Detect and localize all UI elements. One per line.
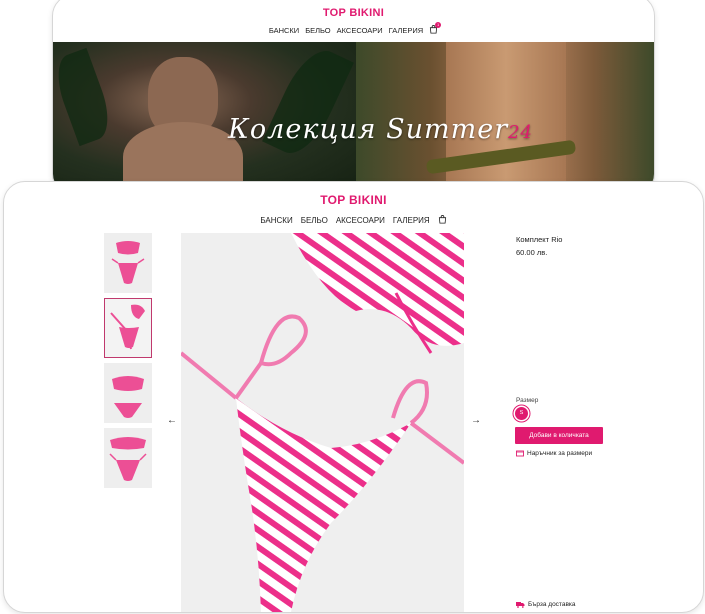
- product-thumbnail[interactable]: [104, 428, 152, 488]
- cart-count-badge: 1: [435, 22, 442, 28]
- product-price: 60.00 лв.: [516, 248, 548, 257]
- truck-icon: [516, 602, 525, 608]
- fast-delivery-note: Бърза доставка: [516, 601, 576, 608]
- brand-logo[interactable]: TOP BIKINI: [4, 193, 703, 207]
- nav-item-swimwear[interactable]: БАНСКИ: [269, 26, 299, 35]
- gallery-prev-button[interactable]: ←: [167, 415, 177, 426]
- product-thumbnail[interactable]: [104, 363, 152, 423]
- hero-title-number: 24: [508, 122, 534, 143]
- size-guide-label: Наръчник за размери: [527, 450, 593, 457]
- size-option-s[interactable]: S: [515, 407, 528, 420]
- product-page-card: TOP BIKINI БАНСКИ БЕЛЬО АКСЕСОАРИ ГАЛЕРИ…: [3, 181, 704, 613]
- arrow-right-icon: →: [471, 415, 481, 426]
- nav-item-accessories[interactable]: АКСЕСОАРИ: [336, 216, 385, 225]
- add-to-cart-button[interactable]: Добави в количката: [515, 427, 603, 444]
- cart-button[interactable]: [438, 215, 447, 226]
- arrow-left-icon: ←: [167, 415, 177, 426]
- cart-button[interactable]: 1: [429, 22, 442, 36]
- hero-title-text: Колекция Summer: [228, 114, 509, 145]
- ruler-icon: [516, 450, 524, 457]
- delivery-label: Бърза доставка: [528, 601, 576, 608]
- main-nav: БАНСКИ БЕЛЬО АКСЕСОАРИ ГАЛЕРИЯ 1: [53, 22, 654, 36]
- nav-item-lingerie[interactable]: БЕЛЬО: [305, 26, 330, 35]
- product-thumbnail[interactable]: [104, 233, 152, 293]
- size-guide-link[interactable]: Наръчник за размери: [516, 450, 592, 457]
- nav-item-gallery[interactable]: ГАЛЕРИЯ: [389, 26, 423, 35]
- nav-item-accessories[interactable]: АКСЕСОАРИ: [337, 26, 383, 35]
- nav-item-gallery[interactable]: ГАЛЕРИЯ: [393, 216, 430, 225]
- main-nav: БАНСКИ БЕЛЬО АКСЕСОАРИ ГАЛЕРИЯ: [4, 215, 703, 226]
- hero-title: Колекция Summer24: [228, 114, 533, 145]
- product-thumbnail-active[interactable]: [104, 298, 152, 358]
- nav-item-swimwear[interactable]: БАНСКИ: [260, 216, 292, 225]
- size-label: Размер: [516, 397, 539, 404]
- product-main-image[interactable]: [181, 233, 464, 612]
- homepage-preview-card: TOP BIKINI БАНСКИ БЕЛЬО АКСЕСОАРИ ГАЛЕРИ…: [52, 0, 655, 196]
- nav-item-lingerie[interactable]: БЕЛЬО: [301, 216, 328, 225]
- product-name: Комплект Rio: [516, 235, 563, 244]
- brand-logo[interactable]: TOP BIKINI: [53, 7, 654, 19]
- shopping-bag-icon: [438, 215, 446, 224]
- gallery-next-button[interactable]: →: [471, 415, 481, 426]
- hero-banner[interactable]: Колекция Summer24: [53, 42, 654, 189]
